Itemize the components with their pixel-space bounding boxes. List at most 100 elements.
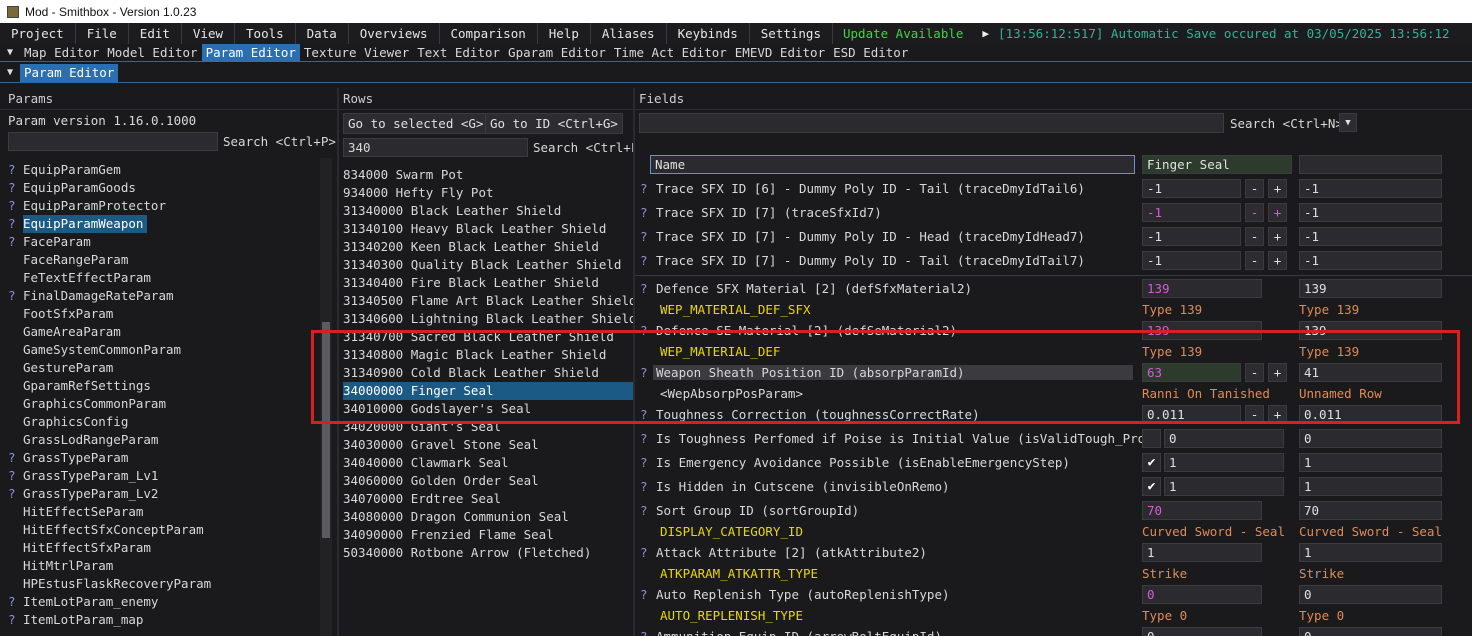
- menu-edit[interactable]: Edit: [129, 23, 182, 44]
- decrement-button[interactable]: -: [1245, 203, 1264, 222]
- param-list-item[interactable]: FaceRangeParam: [8, 251, 320, 269]
- menu-settings[interactable]: Settings: [750, 23, 833, 44]
- menu-help[interactable]: Help: [538, 23, 591, 44]
- increment-button[interactable]: +: [1268, 251, 1287, 270]
- menu-data[interactable]: Data: [296, 23, 349, 44]
- tab-time-act-editor[interactable]: Time Act Editor: [610, 44, 731, 62]
- menu-comparison[interactable]: Comparison: [440, 23, 538, 44]
- checkbox[interactable]: ✔: [1142, 453, 1161, 472]
- increment-button[interactable]: +: [1268, 405, 1287, 424]
- row-list-item[interactable]: 31340900 Cold Black Leather Shield: [343, 364, 633, 382]
- menu-keybinds[interactable]: Keybinds: [667, 23, 750, 44]
- tab-texture-viewer[interactable]: Texture Viewer: [300, 44, 413, 62]
- field-value-input[interactable]: 0: [1142, 585, 1262, 604]
- param-list-item[interactable]: GestureParam: [8, 359, 320, 377]
- param-list-item[interactable]: ? EquipParamProtector: [8, 197, 320, 215]
- field-value-input[interactable]: -1: [1142, 251, 1241, 270]
- param-list-item[interactable]: HitEffectSfxConceptParam: [8, 521, 320, 539]
- field-value-input[interactable]: -1: [1142, 227, 1241, 246]
- decrement-button[interactable]: -: [1245, 251, 1264, 270]
- field-value-input[interactable]: 1: [1164, 477, 1284, 496]
- row-list-item[interactable]: 34030000 Gravel Stone Seal: [343, 436, 633, 454]
- decrement-button[interactable]: -: [1245, 405, 1264, 424]
- row-list-item[interactable]: 34080000 Dragon Communion Seal: [343, 508, 633, 526]
- row-name-field[interactable]: Finger Seal: [1142, 155, 1292, 174]
- param-list-item[interactable]: ? GrassTypeParam_Lv1: [8, 467, 320, 485]
- tab-map-editor[interactable]: Map Editor: [20, 44, 103, 62]
- menu-tools[interactable]: Tools: [235, 23, 296, 44]
- increment-button[interactable]: +: [1268, 363, 1287, 382]
- goto-id-button[interactable]: Go to ID <Ctrl+G>: [485, 113, 623, 134]
- tab-esd-editor[interactable]: ESD Editor: [829, 44, 912, 62]
- param-list-item[interactable]: ? EquipParamGem: [8, 161, 320, 179]
- field-search-input[interactable]: [639, 113, 1224, 133]
- menu-file[interactable]: File: [76, 23, 129, 44]
- row-list-item[interactable]: 34070000 Erdtree Seal: [343, 490, 633, 508]
- param-list-item[interactable]: GameSystemCommonParam: [8, 341, 320, 359]
- field-value-input[interactable]: 1: [1142, 543, 1262, 562]
- collapse-triangle-icon[interactable]: ▼: [0, 47, 20, 58]
- decrement-button[interactable]: -: [1245, 363, 1264, 382]
- tab-gparam-editor[interactable]: Gparam Editor: [504, 44, 610, 62]
- play-icon[interactable]: ▶: [973, 23, 998, 44]
- param-search-input[interactable]: [8, 132, 218, 151]
- row-search-input[interactable]: 340: [343, 138, 528, 157]
- row-list-item[interactable]: 31340100 Heavy Black Leather Shield: [343, 220, 633, 238]
- field-value-input[interactable]: 63: [1142, 363, 1241, 382]
- increment-button[interactable]: +: [1268, 203, 1287, 222]
- field-value-input[interactable]: -1: [1142, 179, 1241, 198]
- row-list-item[interactable]: 31340200 Keen Black Leather Shield: [343, 238, 633, 256]
- param-list-item[interactable]: ? EquipParamGoods: [8, 179, 320, 197]
- row-list-item[interactable]: 34060000 Golden Order Seal: [343, 472, 633, 490]
- param-list-item[interactable]: HitEffectSfxParam: [8, 539, 320, 557]
- menu-overviews[interactable]: Overviews: [349, 23, 440, 44]
- param-list-item[interactable]: GrassLodRangeParam: [8, 431, 320, 449]
- row-list-item[interactable]: 34020000 Giant's Seal: [343, 418, 633, 436]
- increment-button[interactable]: +: [1268, 227, 1287, 246]
- tab-emevd-editor[interactable]: EMEVD Editor: [731, 44, 829, 62]
- field-value-input[interactable]: 139: [1142, 279, 1262, 298]
- dock-tab-param-editor[interactable]: Param Editor: [20, 63, 119, 82]
- param-list-item[interactable]: HitEffectSeParam: [8, 503, 320, 521]
- menu-project[interactable]: Project: [0, 23, 76, 44]
- update-available-link[interactable]: Update Available: [833, 23, 973, 44]
- scrollbar-thumb[interactable]: [322, 322, 330, 538]
- row-list-item[interactable]: 31340500 Flame Art Black Leather Shield: [343, 292, 633, 310]
- row-list-item[interactable]: 934000 Hefty Fly Pot: [343, 184, 633, 202]
- row-list-item[interactable]: 834000 Swarm Pot: [343, 166, 633, 184]
- decrement-button[interactable]: -: [1245, 227, 1264, 246]
- field-value-input[interactable]: -1: [1142, 203, 1241, 222]
- param-list-item[interactable]: ? GrassTypeParam_Lv2: [8, 485, 320, 503]
- param-list-item[interactable]: ? EquipParamWeapon: [8, 215, 320, 233]
- param-list-item[interactable]: ? FinalDamageRateParam: [8, 287, 320, 305]
- field-value-input[interactable]: 0: [1164, 429, 1284, 448]
- param-list-item[interactable]: ? ItemLotParam_map: [8, 611, 320, 629]
- row-list-item[interactable]: 31340300 Quality Black Leather Shield: [343, 256, 633, 274]
- row-list-item[interactable]: 31340800 Magic Black Leather Shield: [343, 346, 633, 364]
- param-list-item[interactable]: GraphicsConfig: [8, 413, 320, 431]
- row-list-item[interactable]: 31340600 Lightning Black Leather Shield: [343, 310, 633, 328]
- param-list-item[interactable]: FeTextEffectParam: [8, 269, 320, 287]
- tab-text-editor[interactable]: Text Editor: [413, 44, 504, 62]
- field-value-input[interactable]: 0: [1142, 627, 1262, 636]
- row-list-item[interactable]: 31340000 Black Leather Shield: [343, 202, 633, 220]
- tab-param-editor[interactable]: Param Editor: [201, 43, 300, 62]
- dock-collapse-triangle-icon[interactable]: ▼: [0, 67, 20, 78]
- row-list-item[interactable]: 34040000 Clawmark Seal: [343, 454, 633, 472]
- row-list-item[interactable]: 34090000 Frenzied Flame Seal: [343, 526, 633, 544]
- menu-view[interactable]: View: [182, 23, 236, 44]
- row-list-item[interactable]: 31340400 Fire Black Leather Shield: [343, 274, 633, 292]
- checkbox-empty[interactable]: [1142, 429, 1161, 448]
- field-value-input[interactable]: 70: [1142, 501, 1262, 520]
- param-list-scrollbar[interactable]: [320, 158, 332, 636]
- row-list-item[interactable]: 31340700 Sacred Black Leather Shield: [343, 328, 633, 346]
- param-list-item[interactable]: HPEstusFlaskRecoveryParam: [8, 575, 320, 593]
- param-list-item[interactable]: ? GrassTypeParam: [8, 449, 320, 467]
- field-value-input[interactable]: 139: [1142, 321, 1262, 340]
- triangle-down-icon[interactable]: ▼: [1339, 113, 1357, 132]
- param-list-item[interactable]: ? ItemLotParam_enemy: [8, 593, 320, 611]
- param-list-item[interactable]: HitMtrlParam: [8, 557, 320, 575]
- field-value-input[interactable]: 0.011: [1142, 405, 1241, 424]
- param-list-item[interactable]: GparamRefSettings: [8, 377, 320, 395]
- row-list-item[interactable]: 50340000 Rotbone Arrow (Fletched): [343, 544, 633, 562]
